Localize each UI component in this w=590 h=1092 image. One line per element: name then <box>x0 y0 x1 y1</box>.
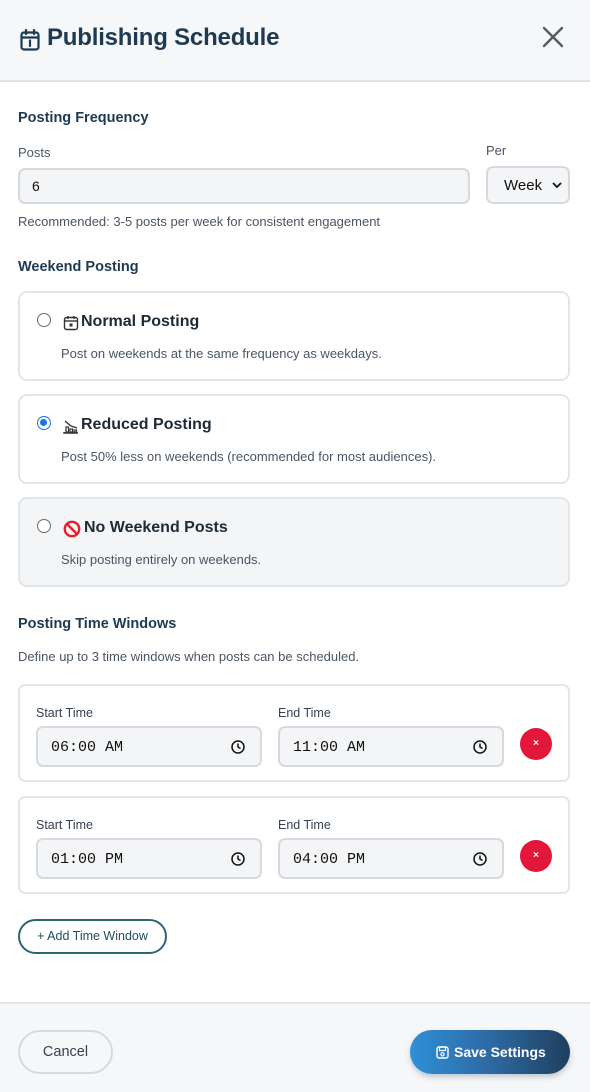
clock-icon[interactable] <box>230 851 246 867</box>
remove-window-button[interactable]: × <box>520 840 552 872</box>
clock-icon[interactable] <box>472 851 488 867</box>
modal-footer: Cancel Save Settings <box>0 1002 590 1092</box>
end-time-input[interactable]: 04:00 PM <box>278 838 504 879</box>
option-title: No Weekend Posts <box>84 519 228 536</box>
posts-input[interactable] <box>18 168 470 204</box>
end-time-value: 11:00 AM <box>293 739 366 756</box>
time-window-card: Start Time End Time 01:00 PM 04:00 PM × <box>18 796 570 894</box>
add-time-window-button[interactable]: + Add Time Window <box>18 919 167 954</box>
radio-normal[interactable] <box>37 313 51 327</box>
time-windows-help: Define up to 3 time windows when posts c… <box>18 649 360 664</box>
option-description: Post 50% less on weekends (recommended f… <box>61 449 437 464</box>
posts-label: Posts <box>18 145 51 160</box>
clock-icon[interactable] <box>472 739 488 755</box>
time-windows-heading: Posting Time Windows <box>18 616 177 632</box>
calendar-icon <box>20 29 40 51</box>
time-window-card: Start Time End Time 06:00 AM 11:00 AM × <box>18 684 570 782</box>
cancel-button[interactable]: Cancel <box>18 1030 113 1074</box>
per-label: Per <box>486 143 507 158</box>
end-time-value: 04:00 PM <box>293 851 366 868</box>
clock-icon[interactable] <box>230 739 246 755</box>
start-time-value: 06:00 AM <box>51 739 124 756</box>
option-description: Skip posting entirely on weekends. <box>61 552 262 567</box>
weekend-option-none[interactable]: No Weekend Posts Skip posting entirely o… <box>18 497 570 587</box>
radio-reduced[interactable] <box>37 416 51 430</box>
start-time-label: Start Time <box>36 706 93 720</box>
weekend-option-reduced[interactable]: Reduced Posting Post 50% less on weekend… <box>18 394 570 484</box>
save-icon <box>436 1046 449 1059</box>
calendar-icon <box>63 316 79 331</box>
save-settings-button[interactable]: Save Settings <box>410 1030 570 1074</box>
save-button-label: Save Settings <box>454 1044 546 1060</box>
start-time-value: 01:00 PM <box>51 851 124 868</box>
frequency-help: Recommended: 3-5 posts per week for cons… <box>18 214 381 229</box>
chart-decreasing-icon <box>63 420 78 434</box>
start-time-input[interactable]: 06:00 AM <box>36 726 262 767</box>
option-title: Reduced Posting <box>81 416 212 433</box>
close-icon[interactable] <box>540 24 566 50</box>
weekend-posting-heading: Weekend Posting <box>18 259 139 275</box>
end-time-input[interactable]: 11:00 AM <box>278 726 504 767</box>
weekend-option-normal[interactable]: Normal Posting Post on weekends at the s… <box>18 291 570 381</box>
option-description: Post on weekends at the same frequency a… <box>61 346 382 361</box>
remove-window-button[interactable]: × <box>520 728 552 760</box>
modal-title: Publishing Schedule <box>47 24 280 51</box>
modal-header: Publishing Schedule <box>0 0 590 82</box>
per-select-value: Week <box>504 177 543 194</box>
radio-none[interactable] <box>37 519 51 533</box>
option-title: Normal Posting <box>81 313 200 330</box>
per-select[interactable]: Week <box>486 166 570 204</box>
chevron-down-icon <box>552 182 562 189</box>
start-time-label: Start Time <box>36 818 93 832</box>
posting-frequency-heading: Posting Frequency <box>18 110 149 126</box>
end-time-label: End Time <box>278 706 331 720</box>
prohibited-icon <box>63 520 81 538</box>
start-time-input[interactable]: 01:00 PM <box>36 838 262 879</box>
end-time-label: End Time <box>278 818 331 832</box>
